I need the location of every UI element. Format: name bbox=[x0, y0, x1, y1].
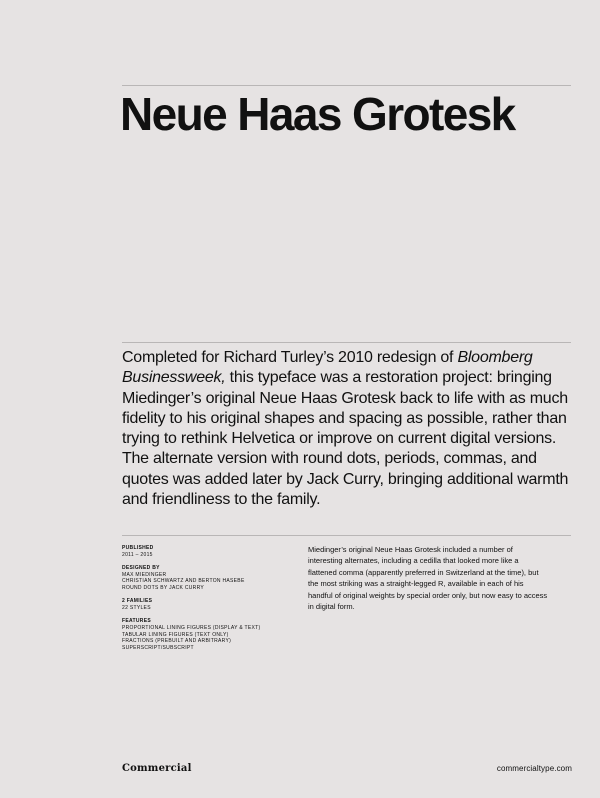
meta-styles-count: 22 Styles bbox=[122, 604, 151, 611]
intro-italic-publication: Bloomberg bbox=[457, 349, 533, 366]
intro-text-rest: this typeface was a restoration project:… bbox=[122, 369, 569, 509]
meta-published: Published 2011 – 2015 bbox=[122, 545, 297, 558]
intro-italic-publication-cont: Businessweek, bbox=[122, 369, 226, 387]
top-rule bbox=[122, 85, 571, 86]
page-title: Neue Haas Grotesk bbox=[120, 88, 516, 140]
commercial-logo: Commercial bbox=[122, 763, 192, 774]
meta-designer: Round Dots by Jack Curry bbox=[122, 584, 205, 591]
meta-published-value: 2011 – 2015 bbox=[122, 551, 153, 558]
intro-paragraph: Completed for Richard Turley’s 2010 rede… bbox=[122, 348, 574, 510]
details-rule bbox=[122, 535, 571, 536]
meta-feature-item: Proportional Lining Figures (Display & T… bbox=[122, 624, 261, 631]
meta-designer: Max Miedinger bbox=[122, 571, 167, 578]
intro-text-start: Completed for Richard Turley’s 2010 rede… bbox=[122, 349, 458, 366]
meta-designed-by: Designed by Max Miedinger Christian Schw… bbox=[122, 565, 297, 591]
meta-feature-item: Tabular Lining Figures (Text Only) bbox=[122, 631, 229, 638]
meta-designer: Christian Schwartz and Berton Hasebe bbox=[122, 578, 245, 585]
meta-feature-item: Superscript/Subscript bbox=[122, 644, 194, 651]
meta-families: 2 Families 22 Styles bbox=[122, 598, 297, 611]
meta-features: Features Proportional Lining Figures (Di… bbox=[122, 618, 297, 651]
website-link[interactable]: commercialtype.com bbox=[497, 764, 572, 773]
intro-rule bbox=[122, 342, 571, 343]
body-paragraph: Miedinger’s original Neue Haas Grotesk i… bbox=[308, 545, 548, 612]
metadata-column: Published 2011 – 2015 Designed by Max Mi… bbox=[122, 545, 297, 658]
meta-feature-item: Fractions (Prebuilt and Arbitrary) bbox=[122, 638, 232, 645]
